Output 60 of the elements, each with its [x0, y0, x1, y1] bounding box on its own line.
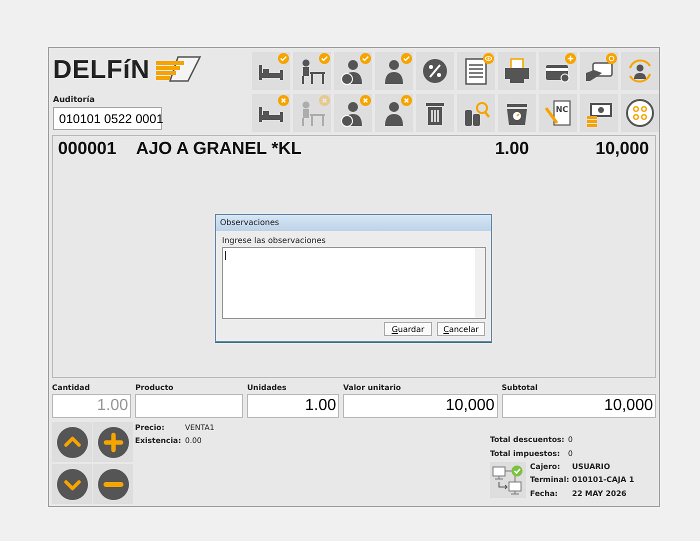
- input-field[interactable]: 1.00: [247, 394, 340, 418]
- cross-badge-icon: [360, 95, 371, 106]
- toolbar-button[interactable]: [457, 94, 495, 132]
- round-button[interactable]: [52, 464, 92, 504]
- round-button[interactable]: [93, 464, 133, 504]
- logo-icon: [154, 55, 202, 83]
- field-label: Auditoría: [53, 95, 96, 104]
- coin-badge-icon: [606, 53, 617, 64]
- round-button[interactable]: [93, 422, 133, 462]
- check-badge-icon: [401, 53, 412, 64]
- printer-icon: [502, 56, 532, 86]
- input-field[interactable]: 10,000: [343, 394, 498, 418]
- toolbar-button[interactable]: [539, 52, 577, 90]
- toolbar-button[interactable]: [252, 94, 290, 132]
- field-label: Ingrese las observaciones: [222, 236, 327, 245]
- minus-icon: [96, 468, 130, 500]
- check-badge-icon: [360, 53, 371, 64]
- note-label: NC: [556, 105, 568, 114]
- audit-field: 010101 0522 0001: [53, 107, 162, 130]
- chevron-down-icon: [56, 468, 88, 500]
- chevron-up-icon: [56, 426, 88, 458]
- toolbar-button[interactable]: [334, 52, 372, 90]
- four-dots-circle-icon: [625, 98, 655, 128]
- toolbar-button[interactable]: [416, 52, 454, 90]
- plus-icon: [96, 426, 130, 458]
- toolbar-button[interactable]: [375, 52, 413, 90]
- toolbar-button[interactable]: [416, 94, 454, 132]
- toolbar-button[interactable]: [498, 52, 536, 90]
- cross-badge-icon: [319, 95, 330, 106]
- check-badge-icon: [278, 53, 289, 64]
- input-field[interactable]: 1.00: [52, 394, 132, 418]
- item-units: 1.00: [494, 138, 529, 159]
- input-field[interactable]: [135, 394, 244, 418]
- eye-badge-icon: [483, 53, 494, 64]
- item-total: 10,000: [594, 138, 649, 159]
- toolbar-button[interactable]: [252, 52, 290, 90]
- round-button[interactable]: [52, 422, 92, 462]
- toolbar-button[interactable]: [621, 52, 659, 90]
- input-field[interactable]: 10,000: [502, 394, 656, 418]
- plus-badge-icon: [565, 53, 576, 64]
- cross-badge-icon: [401, 95, 412, 106]
- toolbar-button[interactable]: [293, 52, 331, 90]
- observations-field[interactable]: [222, 247, 486, 319]
- toolbar-button[interactable]: [621, 94, 659, 132]
- toolbar-button[interactable]: [498, 94, 536, 132]
- check-badge-icon: [319, 53, 330, 64]
- cross-badge-icon: [278, 95, 289, 106]
- dialog-button[interactable]: Cancelar: [437, 322, 485, 336]
- dialog-button[interactable]: Guardar: [384, 322, 432, 336]
- percent-icon: [420, 56, 450, 86]
- item-description: AJO A GRANEL *KL: [136, 138, 303, 159]
- toolbar-button[interactable]: [580, 52, 618, 90]
- toolbar-button[interactable]: [457, 52, 495, 90]
- toolbar-button[interactable]: [375, 94, 413, 132]
- dialog-title: Observaciones: [216, 215, 491, 231]
- toolbar-button[interactable]: [580, 94, 618, 132]
- toolbar-button[interactable]: NC: [539, 94, 577, 132]
- logo-text: DELFíN: [53, 54, 150, 84]
- toolbar-button[interactable]: [334, 94, 372, 132]
- item-code: 000001: [58, 138, 118, 159]
